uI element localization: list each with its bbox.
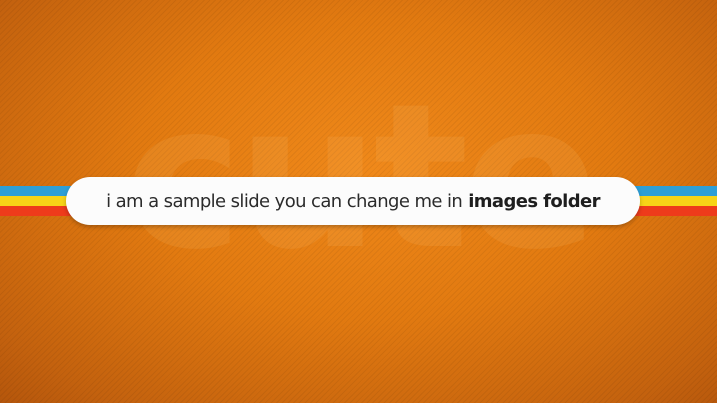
stripe-blue-right — [630, 186, 717, 196]
stripe-red-right — [630, 206, 717, 216]
caption-text: i am a sample slide you can change me in — [106, 190, 463, 212]
stripe-yellow-right — [630, 196, 717, 206]
caption-pill: i am a sample slide you can change me in… — [66, 177, 640, 225]
caption-emphasis: images folder — [468, 190, 600, 212]
slide: cute i am a sample slide you can change … — [0, 0, 717, 403]
